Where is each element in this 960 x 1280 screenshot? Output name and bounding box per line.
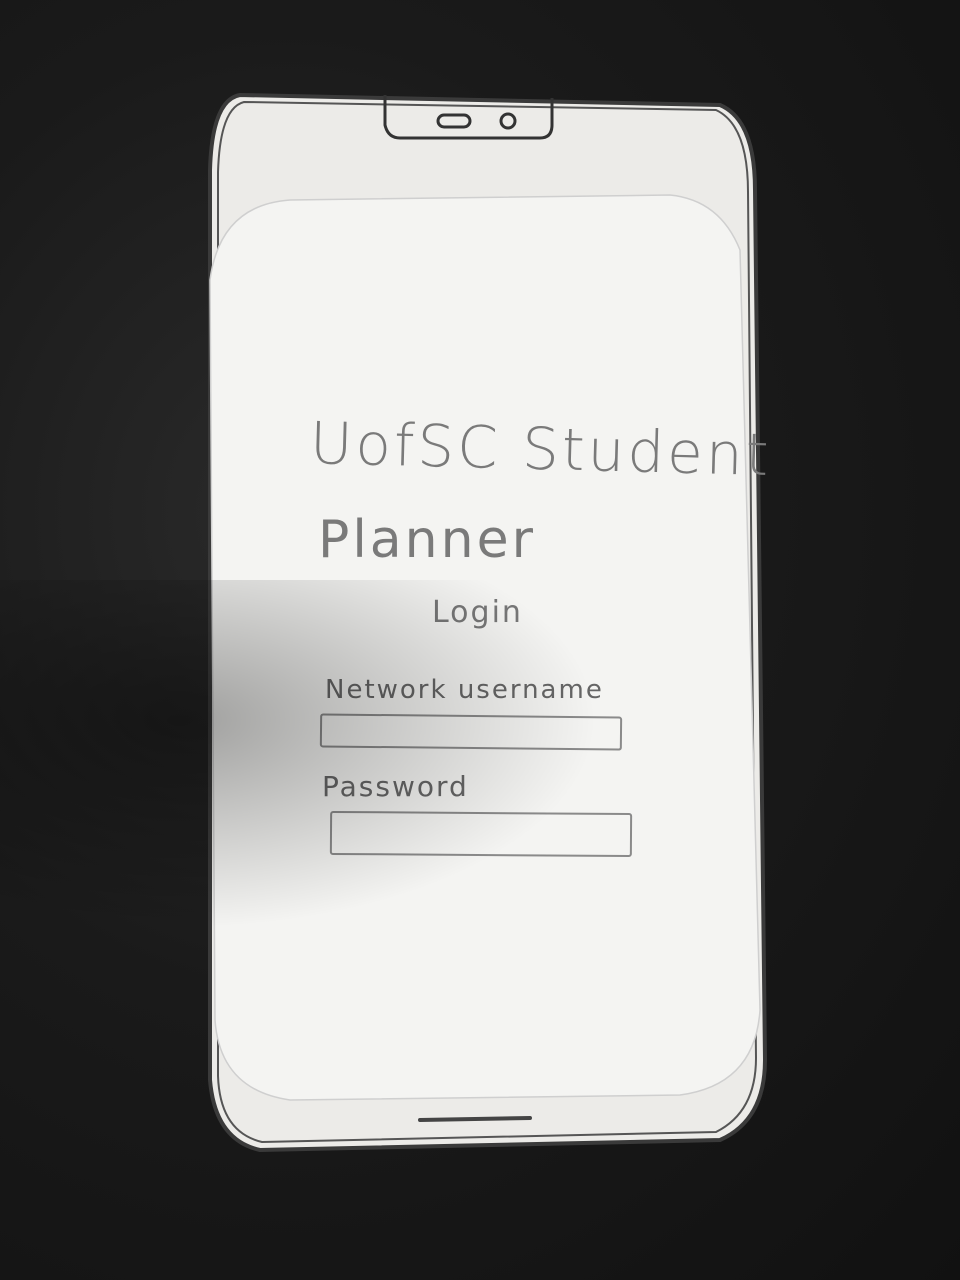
app-title-line1: UofSC Student	[309, 408, 773, 490]
username-label: Network username	[325, 675, 604, 705]
home-indicator-icon	[418, 1116, 532, 1122]
login-screen: UofSC Student Planner Login Network user…	[200, 190, 773, 1105]
username-input[interactable]	[319, 713, 623, 751]
app-title-line2: Planner	[318, 510, 536, 570]
password-label: Password	[322, 770, 469, 803]
login-heading: Login	[432, 595, 523, 630]
password-input[interactable]	[329, 810, 633, 858]
